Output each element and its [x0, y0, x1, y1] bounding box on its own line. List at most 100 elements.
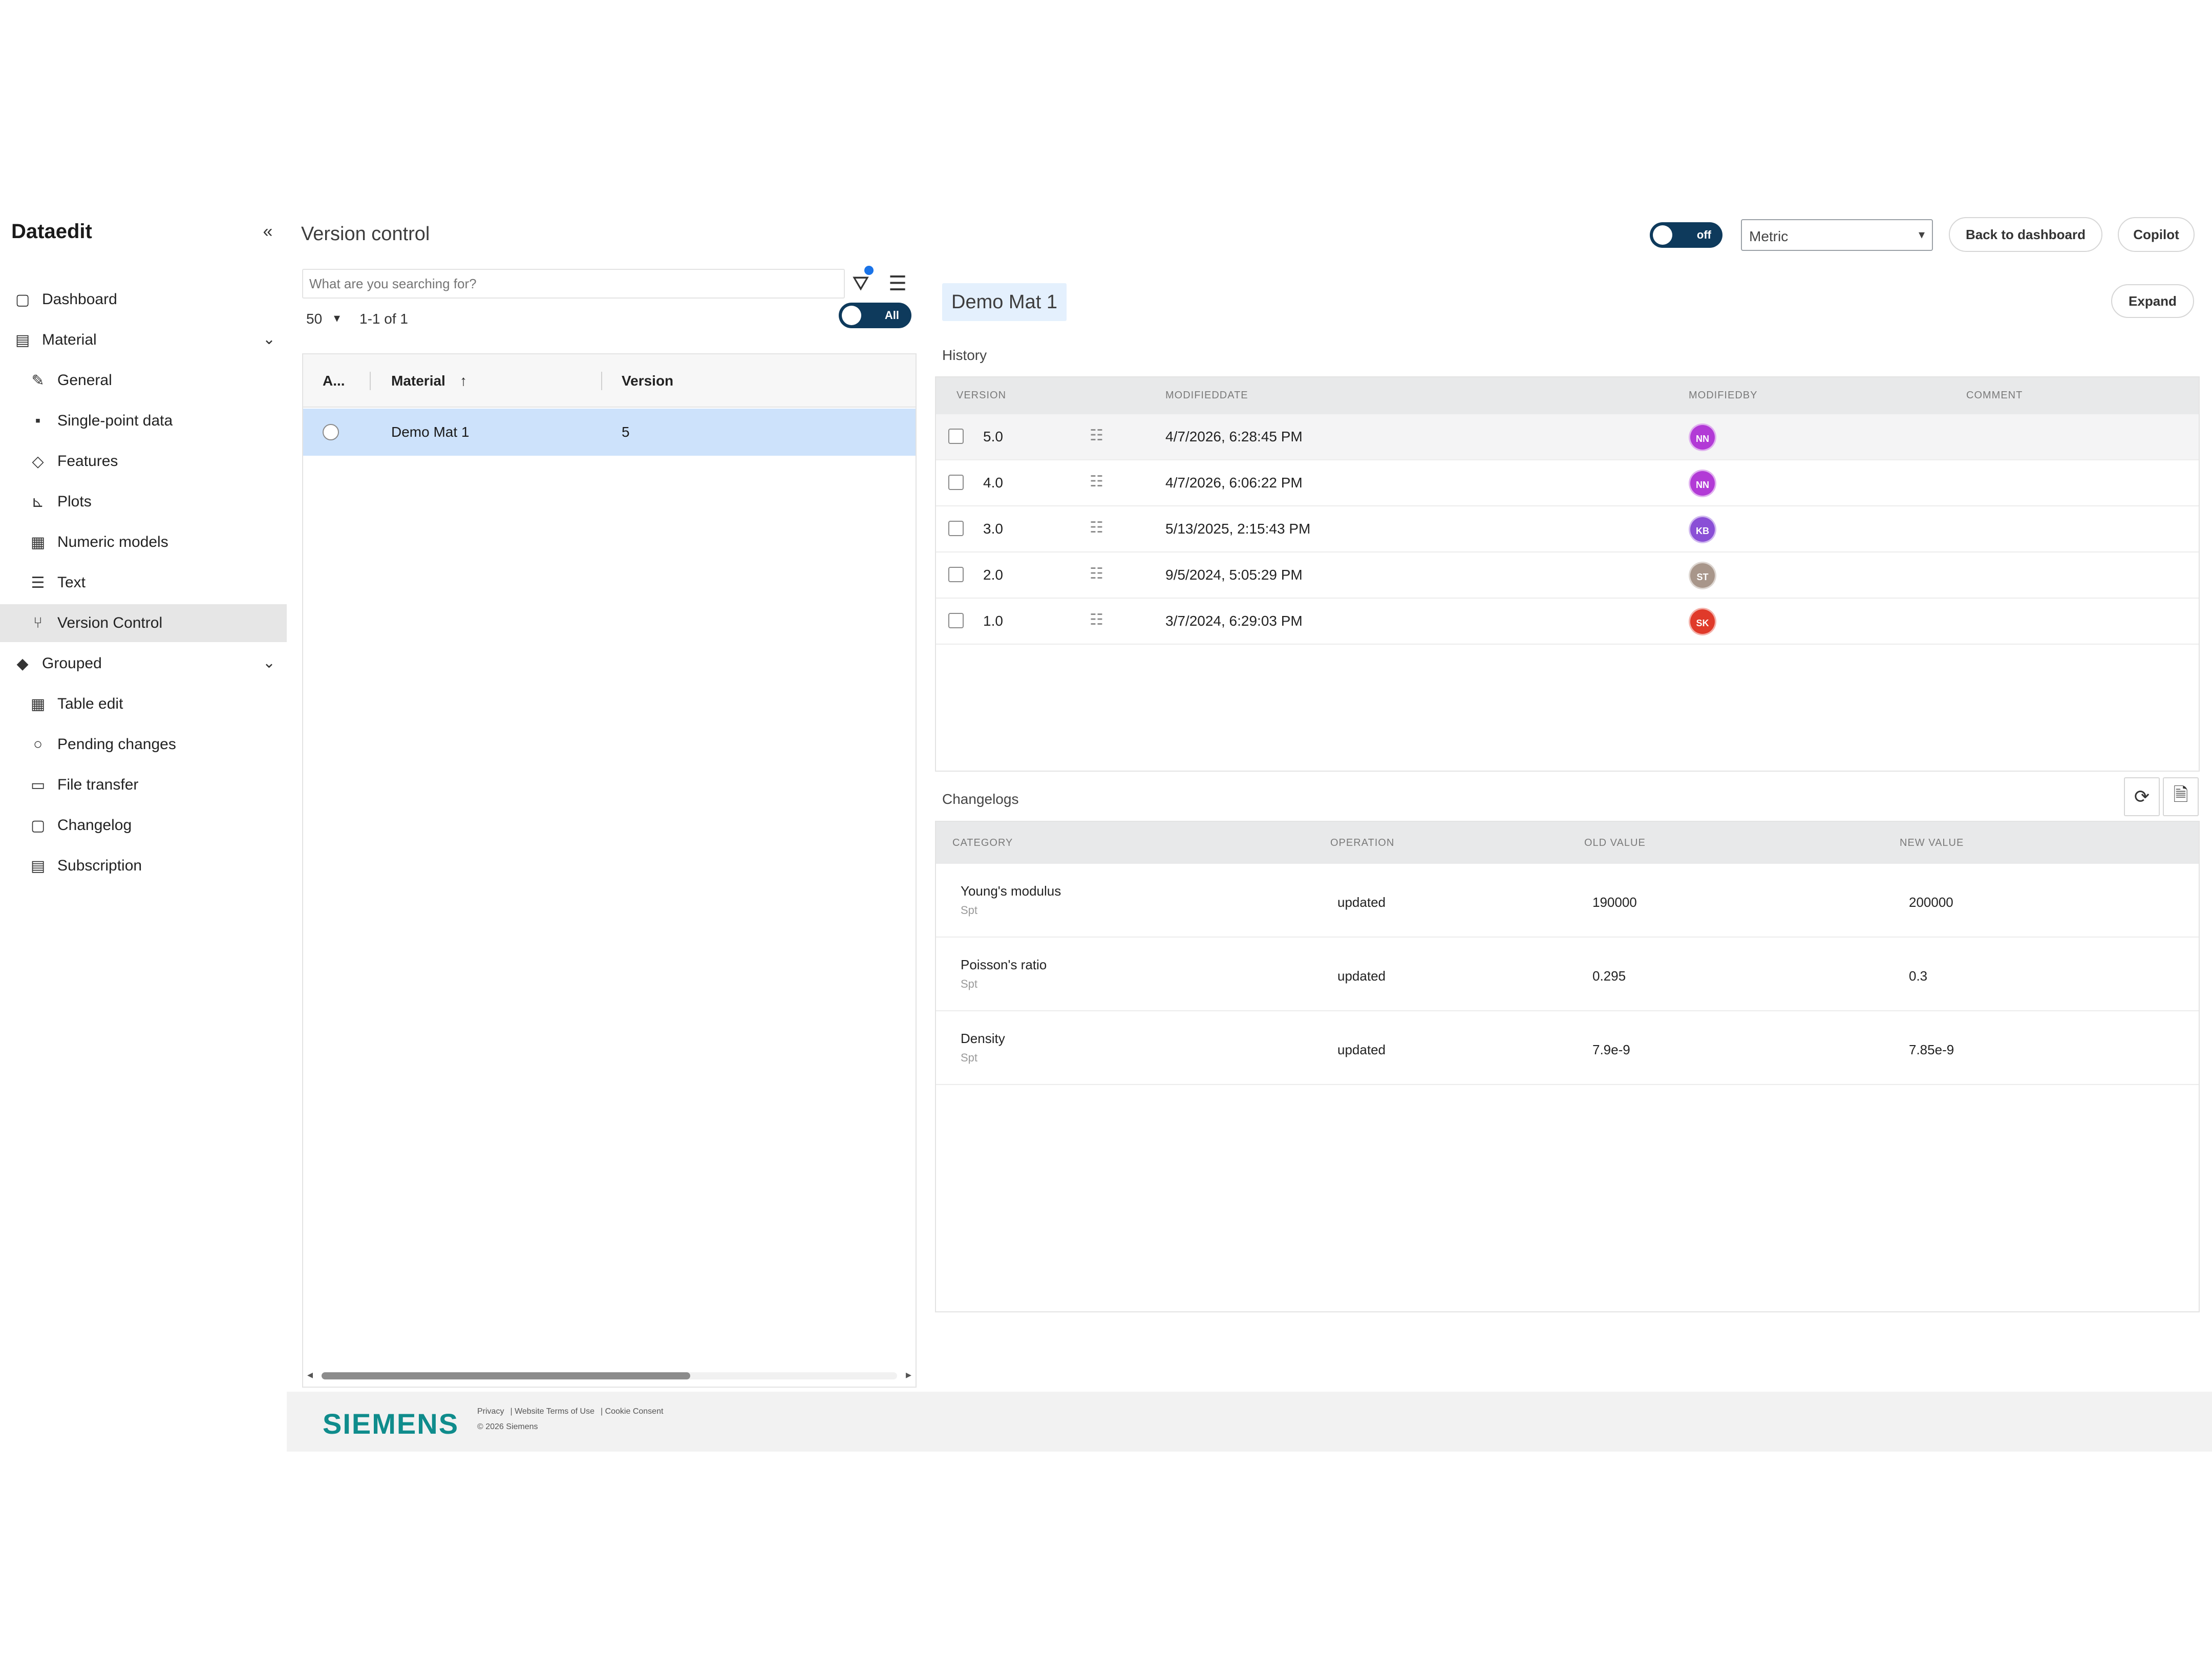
- drag-handle-icon[interactable]: ☷: [1090, 519, 1103, 537]
- filter-badge: [864, 266, 874, 275]
- sidebar-item-plots[interactable]: ⊾ Plots: [0, 483, 287, 521]
- table-row[interactable]: Demo Mat 1 5: [303, 409, 916, 456]
- detail-title: Demo Mat 1: [942, 283, 1067, 321]
- column-header-modifiedby[interactable]: MODIFIEDBY: [1689, 390, 1757, 401]
- numeric-icon: ▦: [30, 534, 46, 551]
- app-brand: Dataedit: [11, 220, 92, 243]
- changelog-grid: CATEGORY OPERATION OLD VALUE NEW VALUE Y…: [935, 821, 2200, 1312]
- changelog-subcategory: Spt: [961, 977, 978, 990]
- row-checkbox[interactable]: [948, 429, 964, 444]
- sidebar-item-features[interactable]: ◇ Features: [0, 442, 287, 480]
- changelog-subcategory: Spt: [961, 904, 978, 917]
- avatar: NN: [1689, 423, 1716, 451]
- sidebar-item-grouped[interactable]: ◆ Grouped ⌄: [0, 645, 287, 683]
- sidebar-item-label: Subscription: [57, 857, 142, 874]
- sidebar-item-label: Single-point data: [57, 412, 173, 429]
- changelog-row[interactable]: Density Spt updated 7.9e-9 7.85e-9: [936, 1011, 2199, 1085]
- history-row[interactable]: 3.0 ☷ 5/13/2025, 2:15:43 PM KB: [936, 506, 2199, 552]
- footer: SIEMENS Privacy | Website Terms of Use | C…: [287, 1392, 2212, 1452]
- horizontal-scrollbar[interactable]: ◂ ▸: [303, 1364, 916, 1387]
- toggle-label: All: [884, 309, 899, 322]
- drag-handle-icon[interactable]: ☷: [1090, 473, 1103, 491]
- pencil-icon: ✎: [31, 372, 45, 389]
- all-toggle[interactable]: All: [839, 303, 911, 328]
- subscription-icon: ▤: [30, 857, 46, 875]
- column-header-operation[interactable]: OPERATION: [1330, 837, 1394, 849]
- history-version: 4.0: [983, 475, 1003, 491]
- sidebar-item-label: Pending changes: [57, 736, 176, 753]
- column-header-category[interactable]: CATEGORY: [952, 837, 1013, 849]
- unit-system-select[interactable]: Metric ▾: [1741, 219, 1933, 251]
- back-to-dashboard-button[interactable]: Back to dashboard: [1949, 217, 2102, 252]
- search-input[interactable]: [303, 270, 844, 297]
- column-header-material[interactable]: Material: [391, 373, 445, 389]
- changelog-row[interactable]: Poisson's ratio Spt updated 0.295 0.3: [936, 938, 2199, 1011]
- expand-button[interactable]: Expand: [2111, 284, 2194, 318]
- privacy-link[interactable]: Privacy: [477, 1407, 504, 1416]
- column-header-modifieddate[interactable]: MODIFIEDDATE: [1165, 390, 1248, 401]
- cookie-consent-link[interactable]: Cookie Consent: [605, 1407, 664, 1416]
- history-row[interactable]: 4.0 ☷ 4/7/2026, 6:06:22 PM NN: [936, 460, 2199, 506]
- sidebar-item-file-transfer[interactable]: ▭ File transfer: [0, 766, 287, 804]
- collapse-sidebar-icon[interactable]: «: [259, 222, 277, 241]
- changelog-subcategory: Spt: [961, 1051, 978, 1064]
- sidebar-item-single-point-data[interactable]: ▪ Single-point data: [0, 402, 287, 440]
- row-checkbox[interactable]: [948, 567, 964, 582]
- drag-handle-icon[interactable]: ☷: [1090, 565, 1103, 583]
- history-version: 5.0: [983, 429, 1003, 444]
- changelog-row[interactable]: Young's modulus Spt updated 190000 200000: [936, 864, 2199, 938]
- chevron-down-icon: ⌄: [262, 654, 275, 671]
- column-header-old-value[interactable]: OLD VALUE: [1584, 837, 1646, 849]
- history-row[interactable]: 1.0 ☷ 3/7/2024, 6:29:03 PM SK: [936, 599, 2199, 645]
- refresh-icon[interactable]: ⟳: [2124, 777, 2160, 816]
- pending-icon: ○: [33, 736, 43, 753]
- scroll-right-icon[interactable]: ▸: [906, 1368, 911, 1381]
- scroll-left-icon[interactable]: ◂: [307, 1368, 313, 1381]
- export-icon[interactable]: 🗎: [2163, 777, 2199, 816]
- history-grid-header: VERSION MODIFIEDDATE MODIFIEDBY COMMENT: [936, 377, 2199, 414]
- column-header-version[interactable]: VERSION: [956, 390, 1006, 401]
- row-checkbox[interactable]: [948, 613, 964, 628]
- chevron-down-icon[interactable]: ▾: [334, 311, 340, 326]
- row-select-radio[interactable]: [323, 424, 339, 440]
- changelog-new-value: 200000: [1909, 895, 1953, 910]
- scroll-thumb[interactable]: [322, 1372, 690, 1379]
- sidebar-item-numeric-models[interactable]: ▦ Numeric models: [0, 523, 287, 561]
- sidebar-item-text[interactable]: ☰ Text: [0, 564, 287, 602]
- sidebar-item-label: Version Control: [57, 614, 163, 631]
- sidebar-item-dashboard[interactable]: ▢ Dashboard: [0, 281, 287, 318]
- sidebar-item-version-control[interactable]: ⑂ Version Control: [0, 604, 287, 642]
- search-box: [302, 269, 845, 299]
- drag-handle-icon[interactable]: ☷: [1090, 611, 1103, 629]
- row-checkbox[interactable]: [948, 475, 964, 490]
- group-icon: ◆: [16, 655, 29, 672]
- sidebar-item-changelog[interactable]: ▢ Changelog: [0, 806, 287, 844]
- sidebar-item-subscription[interactable]: ▤ Subscription: [0, 847, 287, 885]
- copilot-button[interactable]: Copilot: [2118, 217, 2195, 252]
- row-version: 5: [622, 424, 630, 440]
- drag-handle-icon[interactable]: ☷: [1090, 427, 1103, 444]
- filter-icon[interactable]: ⛛: [849, 272, 873, 295]
- history-row[interactable]: 5.0 ☷ 4/7/2026, 6:28:45 PM NN: [936, 414, 2199, 460]
- page-size-select[interactable]: 50: [306, 311, 322, 327]
- material-icon: ▤: [15, 331, 30, 349]
- header-toggle[interactable]: off: [1650, 222, 1722, 248]
- column-menu-icon[interactable]: ☰: [885, 271, 910, 296]
- row-checkbox[interactable]: [948, 521, 964, 536]
- sidebar-item-general[interactable]: ✎ General: [0, 361, 287, 399]
- avatar: SK: [1689, 608, 1716, 635]
- sidebar-item-material[interactable]: ▤ Material ⌄: [0, 321, 287, 359]
- sidebar-item-table-edit[interactable]: ▦ Table edit: [0, 685, 287, 723]
- column-header-new-value[interactable]: NEW VALUE: [1900, 837, 1964, 849]
- terms-link[interactable]: Website Terms of Use: [515, 1407, 594, 1416]
- siemens-logo: SIEMENS: [323, 1408, 459, 1440]
- sidebar-item-label: Changelog: [57, 817, 132, 834]
- column-header-version[interactable]: Version: [622, 373, 673, 389]
- changelog-old-value: 190000: [1592, 895, 1637, 910]
- sidebar-item-pending-changes[interactable]: ○ Pending changes: [0, 726, 287, 763]
- sidebar-item-label: Table edit: [57, 695, 123, 712]
- column-header-a[interactable]: A...: [323, 373, 345, 389]
- column-header-comment[interactable]: COMMENT: [1966, 390, 2023, 401]
- history-row[interactable]: 2.0 ☷ 9/5/2024, 5:05:29 PM ST: [936, 552, 2199, 599]
- toggle-knob: [1653, 225, 1672, 245]
